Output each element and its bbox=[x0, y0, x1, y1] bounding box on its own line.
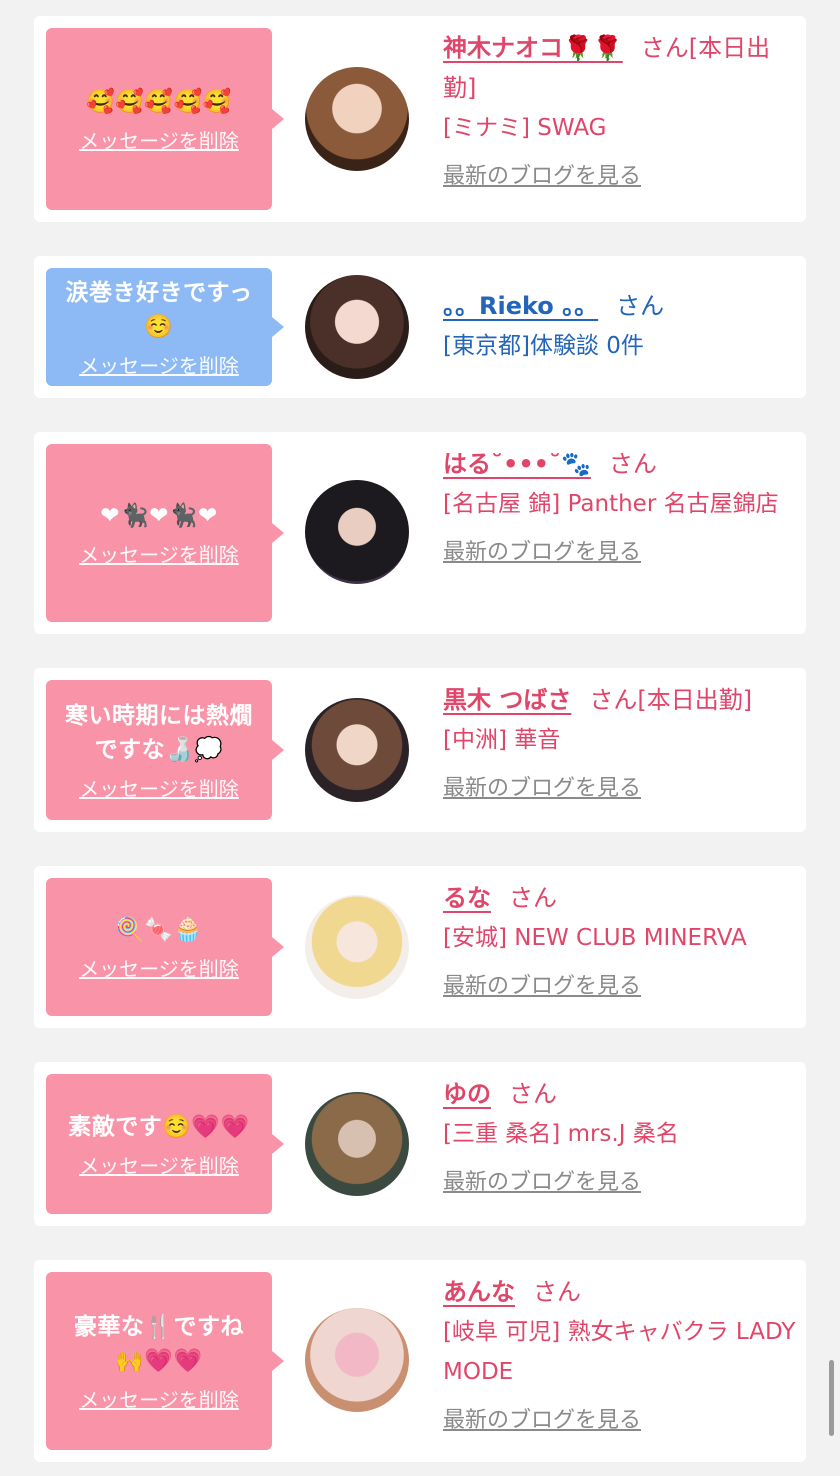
shop-label: [岐阜 可児] 熟女キャバクラ LADY MODE bbox=[443, 1319, 796, 1385]
scrollbar[interactable] bbox=[829, 1360, 834, 1436]
shop-label: [中洲] 華音 bbox=[443, 727, 561, 753]
avatar[interactable] bbox=[305, 67, 409, 171]
message-bubble: 豪華な🍴ですね 🙌💗💗 メッセージを削除 bbox=[46, 1272, 284, 1450]
shop-label: [東京都]体験談 0件 bbox=[443, 333, 644, 359]
profile-info: るな さん [安城] NEW CLUB MINERVA 最新のブログを見る bbox=[443, 878, 798, 1000]
name-suffix: さん bbox=[509, 884, 557, 912]
list-item: 涙巻き好きですっ ☺️ メッセージを削除 。。Rieko 。。 さん [東京都]体… bbox=[34, 256, 806, 398]
list-item: 寒い時期には熱燗 ですな🍶💭 メッセージを削除 黒木 つばさ さん[本日出勤] [… bbox=[34, 668, 806, 832]
message-bubble: 🍭🍬🧁 メッセージを削除 bbox=[46, 878, 284, 1016]
profile-info: 。。Rieko 。。 さん [東京都]体験談 0件 bbox=[443, 286, 798, 366]
blog-link[interactable]: 最新のブログを見る bbox=[443, 1402, 641, 1434]
profile-name-link[interactable]: はる˘•••˘🐾 bbox=[443, 450, 591, 478]
message-bubble: 寒い時期には熱燗 ですな🍶💭 メッセージを削除 bbox=[46, 680, 284, 820]
profile-name-link[interactable]: 黒木 つばさ bbox=[443, 686, 571, 714]
list-item: 豪華な🍴ですね 🙌💗💗 メッセージを削除 あんな さん [岐阜 可児] 熟女キャバ… bbox=[34, 1260, 806, 1462]
delete-message-link[interactable]: メッセージを削除 bbox=[79, 1150, 239, 1179]
name-suffix: さん bbox=[533, 1278, 581, 1306]
list-item: 🥰🥰🥰🥰🥰 メッセージを削除 神木ナオコ🌹🌹 さん[本日出勤] [ミナミ] SWA… bbox=[34, 16, 806, 222]
avatar[interactable] bbox=[305, 275, 409, 379]
message-bubble: 素敵です☺️💗💗 メッセージを削除 bbox=[46, 1074, 284, 1214]
shop-label: [安城] NEW CLUB MINERVA bbox=[443, 925, 747, 951]
profile-info: 黒木 つばさ さん[本日出勤] [中洲] 華音 最新のブログを見る bbox=[443, 680, 798, 802]
blog-link[interactable]: 最新のブログを見る bbox=[443, 770, 641, 802]
blog-link[interactable]: 最新のブログを見る bbox=[443, 534, 641, 566]
profile-info: あんな さん [岐阜 可児] 熟女キャバクラ LADY MODE 最新のブログを見… bbox=[443, 1272, 798, 1434]
shop-label: [ミナミ] SWAG bbox=[443, 115, 607, 141]
delete-message-link[interactable]: メッセージを削除 bbox=[79, 953, 239, 982]
profile-name-link[interactable]: ゆの bbox=[443, 1080, 491, 1108]
shop-label: [三重 桑名] mrs.J 桑名 bbox=[443, 1121, 679, 1147]
blog-link[interactable]: 最新のブログを見る bbox=[443, 968, 641, 1000]
avatar[interactable] bbox=[305, 1308, 409, 1412]
message-bubble: 🥰🥰🥰🥰🥰 メッセージを削除 bbox=[46, 28, 284, 210]
delete-message-link[interactable]: メッセージを削除 bbox=[79, 773, 239, 802]
profile-name-link[interactable]: あんな bbox=[443, 1278, 515, 1306]
message-text: 豪華な🍴ですね 🙌💗💗 bbox=[73, 1313, 245, 1374]
shop-label: [名古屋 錦] Panther 名古屋錦店 bbox=[443, 491, 779, 517]
message-bubble: ❤🐈‍⬛❤🐈‍⬛❤ メッセージを削除 bbox=[46, 444, 284, 622]
profile-info: 神木ナオコ🌹🌹 さん[本日出勤] [ミナミ] SWAG 最新のブログを見る bbox=[443, 28, 798, 190]
avatar[interactable] bbox=[305, 698, 409, 802]
name-suffix: さん bbox=[616, 292, 665, 320]
message-text: 🍭🍬🧁 bbox=[115, 916, 203, 943]
message-text: 🥰🥰🥰🥰🥰 bbox=[86, 88, 232, 115]
message-text: ❤🐈‍⬛❤🐈‍⬛❤ bbox=[100, 502, 218, 529]
message-list: 🥰🥰🥰🥰🥰 メッセージを削除 神木ナオコ🌹🌹 さん[本日出勤] [ミナミ] SWA… bbox=[0, 0, 840, 1476]
profile-name-link[interactable]: るな bbox=[443, 884, 491, 912]
profile-info: はる˘•••˘🐾 さん [名古屋 錦] Panther 名古屋錦店 最新のブログを… bbox=[443, 444, 798, 566]
blog-link[interactable]: 最新のブログを見る bbox=[443, 158, 641, 190]
message-text: 素敵です☺️💗💗 bbox=[68, 1113, 250, 1140]
profile-info: ゆの さん [三重 桑名] mrs.J 桑名 最新のブログを見る bbox=[443, 1074, 798, 1196]
profile-name-link[interactable]: 。。Rieko 。。 bbox=[443, 292, 598, 320]
message-text: 涙巻き好きですっ ☺️ bbox=[65, 279, 253, 340]
list-item: 🍭🍬🧁 メッセージを削除 るな さん [安城] NEW CLUB MINERVA … bbox=[34, 866, 806, 1028]
message-text: 寒い時期には熱燗 ですな🍶💭 bbox=[65, 702, 253, 763]
delete-message-link[interactable]: メッセージを削除 bbox=[79, 350, 239, 379]
blog-link[interactable]: 最新のブログを見る bbox=[443, 1164, 641, 1196]
name-suffix: さん bbox=[509, 1080, 557, 1108]
profile-name-link[interactable]: 神木ナオコ🌹🌹 bbox=[443, 34, 623, 62]
name-suffix: さん bbox=[608, 450, 657, 478]
list-item: ❤🐈‍⬛❤🐈‍⬛❤ メッセージを削除 はる˘•••˘🐾 さん [名古屋 錦] Pa… bbox=[34, 432, 806, 634]
avatar[interactable] bbox=[305, 1092, 409, 1196]
delete-message-link[interactable]: メッセージを削除 bbox=[79, 1384, 239, 1413]
delete-message-link[interactable]: メッセージを削除 bbox=[79, 539, 239, 568]
delete-message-link[interactable]: メッセージを削除 bbox=[79, 125, 239, 154]
avatar[interactable] bbox=[305, 895, 409, 999]
list-item: 素敵です☺️💗💗 メッセージを削除 ゆの さん [三重 桑名] mrs.J 桑名 … bbox=[34, 1062, 806, 1226]
name-suffix: さん[本日出勤] bbox=[589, 686, 753, 714]
message-bubble: 涙巻き好きですっ ☺️ メッセージを削除 bbox=[46, 268, 284, 386]
avatar[interactable] bbox=[305, 480, 409, 584]
